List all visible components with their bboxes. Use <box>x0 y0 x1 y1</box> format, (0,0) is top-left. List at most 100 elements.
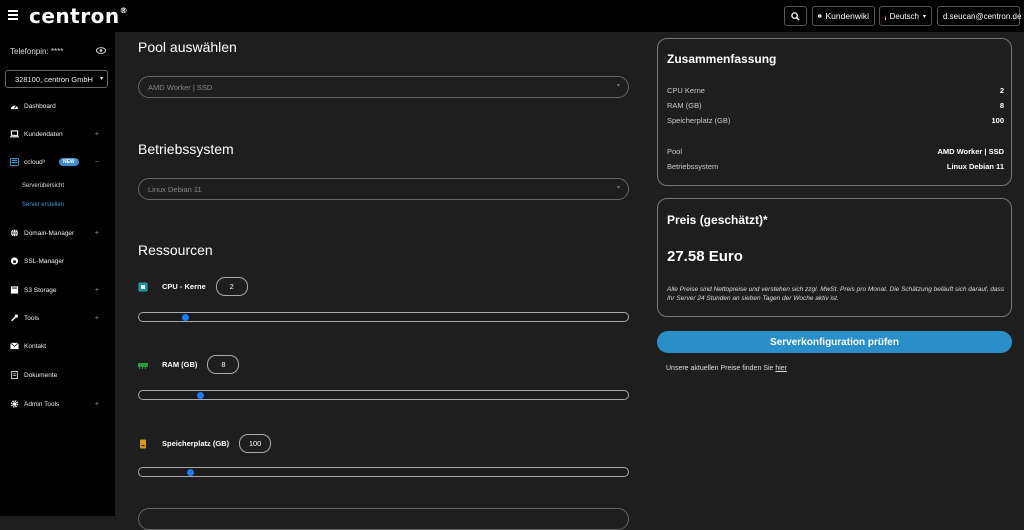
sidebar-item-tools[interactable]: Tools + <box>10 311 105 325</box>
sidebar-item-ccloud[interactable]: ccloud³ NEW − <box>10 155 105 169</box>
language-label: Deutsch <box>890 12 919 21</box>
chevron-down-icon: ▾ <box>617 82 620 89</box>
sidebar-subitem-serveruebersicht[interactable]: Serverübersicht <box>22 183 64 189</box>
os-select[interactable]: Linux Debian 11 ▾ <box>138 178 629 200</box>
os-select-value: Linux Debian 11 <box>148 185 202 194</box>
sidebar-item-domain-manager[interactable]: Domain-Manager + <box>10 226 105 240</box>
cpu-label: CPU - Kerne <box>162 282 206 291</box>
sidebar-item-s3-storage[interactable]: S3 Storage + <box>10 283 105 297</box>
storage-row: Speicherplatz (GB) 100 <box>138 434 271 453</box>
dashboard-icon <box>10 102 19 110</box>
pool-heading: Pool auswählen <box>138 39 237 55</box>
summary-row: RAM (GB)8 <box>667 101 1004 110</box>
sidebar-item-label: S3 Storage <box>24 287 57 294</box>
wrench-icon <box>10 314 19 322</box>
storage-slider-thumb[interactable] <box>187 469 194 476</box>
expand-icon: + <box>95 401 99 408</box>
check-configuration-button[interactable]: Serverkonfiguration prüfen <box>657 331 1012 353</box>
kundenwiki-button[interactable]: Kundenwiki <box>812 6 875 26</box>
sidebar-item-label: Kundendaten <box>24 131 63 138</box>
new-badge: NEW <box>59 158 79 166</box>
next-section-select[interactable] <box>138 508 629 530</box>
german-flag-icon <box>885 13 886 20</box>
sidebar-item-label: Kontakt <box>24 343 46 350</box>
gear-icon <box>10 400 19 408</box>
prices-footnote: Unsere aktuellen Preise finden Sie hier <box>666 365 787 372</box>
cpu-slider[interactable] <box>138 312 629 322</box>
cpu-row: CPU - Kerne 2 <box>138 277 248 296</box>
cloud-icon <box>10 158 19 166</box>
chevron-down-icon: ▾ <box>617 184 620 191</box>
cpu-icon <box>138 282 148 292</box>
expand-icon: + <box>95 287 99 294</box>
sidebar-item-label: SSL-Manager <box>24 258 64 265</box>
hard-drive-icon <box>138 439 148 449</box>
laptop-icon <box>10 130 19 138</box>
price-card: Preis (geschätzt)* 27.58 Euro Alle Preis… <box>657 198 1012 317</box>
ram-label: RAM (GB) <box>162 360 197 369</box>
summary-row: BetriebssystemLinux Debian 11 <box>667 162 1004 171</box>
sidebar-item-label: ccloud³ <box>24 159 45 166</box>
ram-slider-thumb[interactable] <box>197 392 204 399</box>
ram-slider[interactable] <box>138 390 629 400</box>
envelope-icon <box>10 342 19 350</box>
summary-row: Speicherplatz (GB)100 <box>667 116 1004 125</box>
summary-row: CPU Kerne2 <box>667 86 1004 95</box>
brand-logo[interactable]: centron® <box>29 4 128 28</box>
phone-pin-label: Telefonpin: **** <box>10 47 63 56</box>
sidebar-item-ssl-manager[interactable]: SSL-Manager <box>10 254 105 268</box>
ram-value-input[interactable]: 8 <box>207 355 239 374</box>
summary-row: PoolAMD Worker | SSD <box>667 147 1004 156</box>
sidebar-item-dokumente[interactable]: Dokumente <box>10 368 105 382</box>
language-dropdown[interactable]: Deutsch ▾ <box>879 6 932 26</box>
lock-icon <box>10 257 19 265</box>
expand-icon: + <box>95 131 99 138</box>
sidebar: Telefonpin: **** 328100, centron GmbH ▾ … <box>0 32 115 516</box>
expand-icon: + <box>95 315 99 322</box>
summary-card: Zusammenfassung CPU Kerne2 RAM (GB)8 Spe… <box>657 38 1012 186</box>
sidebar-item-kundendaten[interactable]: Kundendaten + <box>10 127 105 141</box>
expand-icon: + <box>95 230 99 237</box>
resources-heading: Ressourcen <box>138 242 213 258</box>
price-title: Preis (geschätzt)* <box>667 213 768 227</box>
globe-icon <box>10 229 19 237</box>
chevron-down-icon: ▾ <box>923 13 926 20</box>
sidebar-item-dashboard[interactable]: Dashboard <box>10 99 105 113</box>
user-email: d.seucan@centron.de <box>943 12 1021 21</box>
document-icon <box>10 371 19 379</box>
search-icon <box>791 12 800 21</box>
price-note: Alle Preise sind Nettopreise und versteh… <box>667 285 1007 304</box>
cpu-value-input[interactable]: 2 <box>216 277 248 296</box>
info-icon <box>818 12 822 20</box>
sidebar-item-admin-tools[interactable]: Admin Tools + <box>10 397 105 411</box>
sidebar-item-label: Tools <box>24 315 39 322</box>
price-value: 27.58 Euro <box>667 248 743 265</box>
sidebar-item-label: Dokumente <box>24 372 57 379</box>
sidebar-item-label: Dashboard <box>24 103 56 110</box>
hamburger-menu-icon[interactable] <box>8 10 18 20</box>
pool-select[interactable]: AMD Worker | SSD ▾ <box>138 76 629 98</box>
search-button[interactable] <box>784 6 807 26</box>
sidebar-item-kontakt[interactable]: Kontakt <box>10 339 105 353</box>
kundenwiki-label: Kundenwiki <box>826 11 869 21</box>
storage-value-input[interactable]: 100 <box>239 434 271 453</box>
sidebar-item-label: Domain-Manager <box>24 230 74 237</box>
os-heading: Betriebssystem <box>138 141 234 157</box>
storage-icon <box>10 286 19 294</box>
eye-icon[interactable] <box>96 46 106 56</box>
summary-title: Zusammenfassung <box>667 52 776 66</box>
account-select[interactable]: 328100, centron GmbH ▾ <box>5 70 108 88</box>
ram-icon <box>138 360 148 370</box>
storage-slider[interactable] <box>138 467 629 477</box>
sidebar-subitem-server-erstellen[interactable]: Server erstellen <box>22 202 64 208</box>
cpu-slider-thumb[interactable] <box>182 314 189 321</box>
storage-label: Speicherplatz (GB) <box>162 439 229 448</box>
collapse-icon: − <box>95 159 99 166</box>
top-bar: centron® Kundenwiki Deutsch ▾ d.seucan@c… <box>0 0 1024 32</box>
pool-select-value: AMD Worker | SSD <box>148 83 212 92</box>
prices-link[interactable]: hier <box>775 365 787 372</box>
ram-row: RAM (GB) 8 <box>138 355 239 374</box>
user-menu-dropdown[interactable]: d.seucan@centron.de ▾ <box>937 6 1020 26</box>
account-value: 328100, centron GmbH <box>15 75 93 84</box>
sidebar-item-label: Admin Tools <box>24 401 59 408</box>
